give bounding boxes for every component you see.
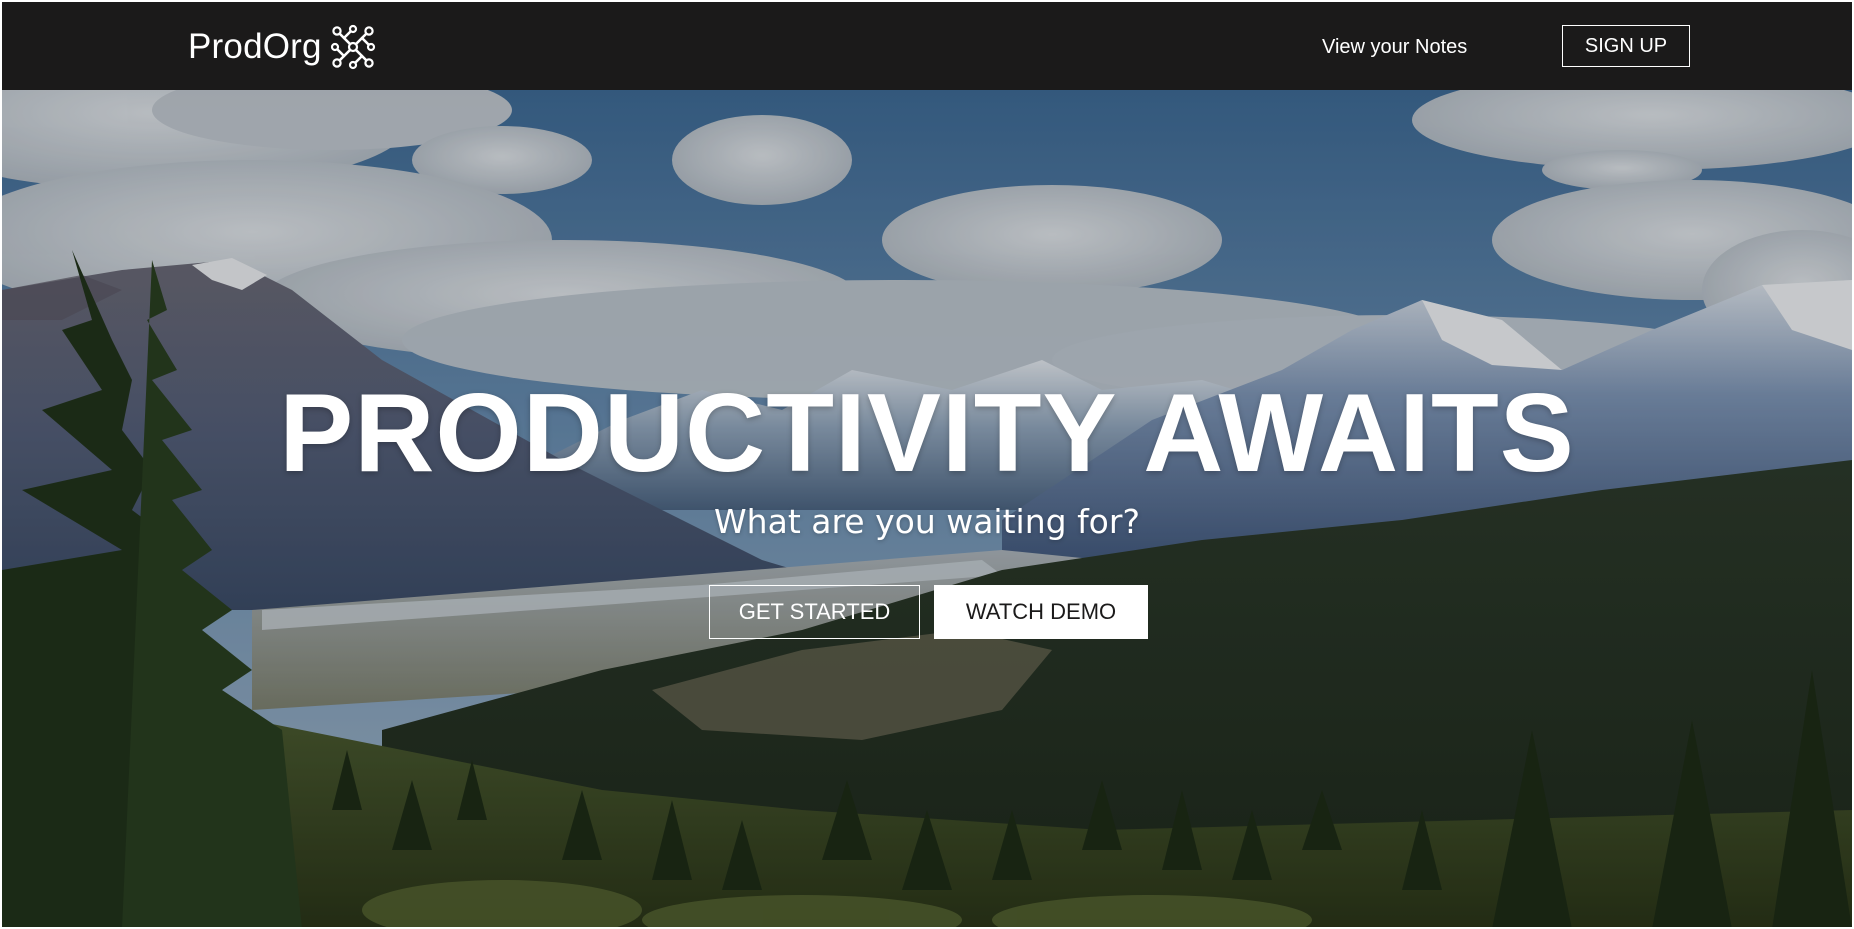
signup-button[interactable]: SIGN UP (1562, 25, 1690, 67)
brand-logo-link[interactable]: ProdOrg (188, 24, 376, 70)
page: ProdOrg View your Notes SIGN UP PRODUCTI… (0, 0, 1854, 929)
hero-title: PRODUCTIVITY AWAITS (279, 371, 1575, 495)
watch-demo-button[interactable]: WATCH DEMO (934, 585, 1148, 639)
network-node-icon (330, 24, 375, 70)
hero-subtitle: What are you waiting for? (714, 502, 1140, 541)
view-notes-link[interactable]: View your Notes (1322, 32, 1467, 62)
top-navbar: ProdOrg View your Notes SIGN UP (2, 2, 1852, 90)
brand-name: ProdOrg (188, 27, 322, 66)
hero-section: PRODUCTIVITY AWAITS What are you waiting… (2, 90, 1852, 927)
get-started-button[interactable]: GET STARTED (709, 585, 920, 639)
